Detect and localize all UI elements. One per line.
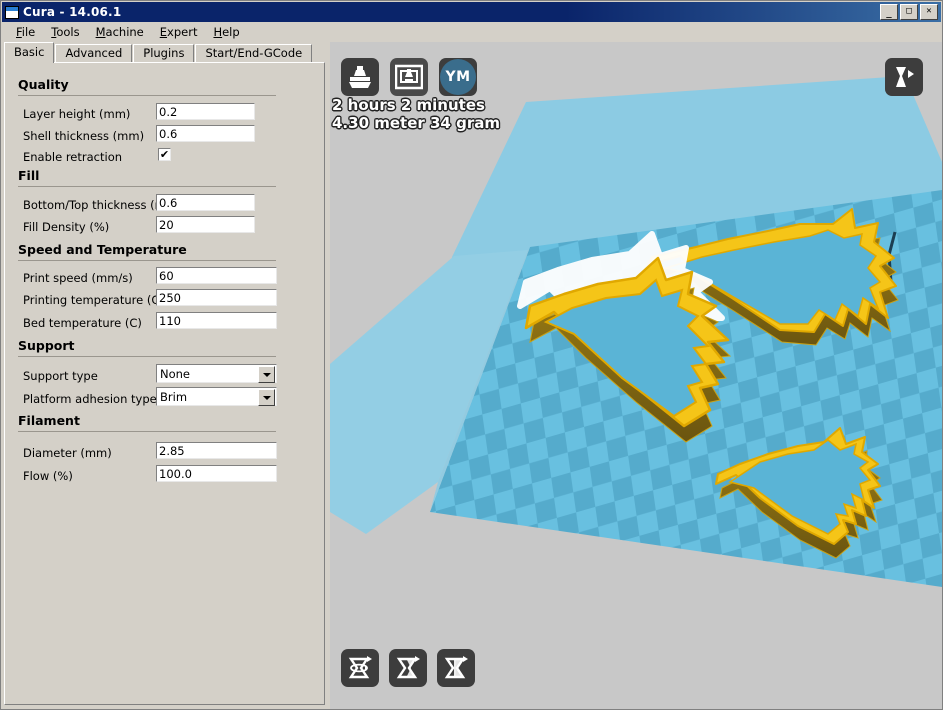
- label-print-speed: Print speed (mm/s): [23, 271, 133, 285]
- section-title-filament: Filament: [18, 413, 80, 428]
- rotate-model-icon: [348, 656, 372, 679]
- minimize-icon: _: [886, 8, 892, 19]
- tab-basic[interactable]: Basic: [4, 42, 55, 63]
- settings-panel: Basic Advanced Plugins Start/End-GCode Q…: [2, 41, 329, 709]
- settings-tabs: Basic Advanced Plugins Start/End-GCode: [4, 42, 313, 63]
- window-controls: _ □ ✕: [880, 4, 938, 20]
- scale-model-icon: [396, 656, 420, 679]
- app-window-icon: [5, 5, 19, 19]
- tab-advanced[interactable]: Advanced: [55, 44, 133, 63]
- input-printing-temperature[interactable]: 250: [156, 289, 277, 306]
- input-bottom-top-thickness[interactable]: 0.6: [156, 194, 255, 211]
- tab-start-end-gcode[interactable]: Start/End-GCode: [195, 44, 313, 63]
- tab-plugins[interactable]: Plugins: [133, 44, 195, 63]
- menu-help[interactable]: Help: [205, 23, 247, 41]
- save-gcode-icon: [395, 64, 423, 90]
- label-enable-retraction: Enable retraction: [23, 150, 123, 164]
- close-button[interactable]: ✕: [920, 4, 938, 20]
- label-support-type: Support type: [23, 369, 98, 383]
- section-title-quality: Quality: [18, 77, 69, 92]
- input-layer-height[interactable]: 0.2: [156, 103, 255, 120]
- settings-panel-body: Quality Layer height (mm) 0.2 Shell thic…: [4, 62, 325, 705]
- input-print-speed[interactable]: 60: [156, 267, 277, 284]
- scale-button[interactable]: [389, 649, 427, 687]
- label-diameter: Diameter (mm): [23, 446, 112, 460]
- save-toolpath-button[interactable]: [390, 58, 428, 96]
- print-time-label: 2 hours 2 minutes: [332, 96, 485, 114]
- label-bed-temperature: Bed temperature (C): [23, 316, 142, 330]
- label-shell-thickness: Shell thickness (mm): [23, 129, 145, 143]
- menu-tools[interactable]: Tools: [43, 23, 87, 41]
- maximize-button[interactable]: □: [900, 4, 918, 20]
- input-flow[interactable]: 100.0: [156, 465, 277, 482]
- material-usage-label: 4.30 meter 34 gram: [332, 114, 500, 132]
- window-title: Cura - 14.06.1: [23, 5, 122, 19]
- label-flow: Flow (%): [23, 469, 73, 483]
- select-platform-adhesion-type[interactable]: Brim: [156, 387, 277, 406]
- section-rule-support: [18, 356, 276, 357]
- mirror-button[interactable]: [437, 649, 475, 687]
- input-shell-thickness[interactable]: 0.6: [156, 125, 255, 142]
- label-fill-density: Fill Density (%): [23, 220, 110, 234]
- chevron-down-icon-platform-adhesion[interactable]: [258, 389, 275, 406]
- close-icon: ✕: [926, 5, 932, 16]
- youmagine-icon: YM: [440, 59, 476, 95]
- section-rule-fill: [18, 186, 276, 187]
- input-bed-temperature[interactable]: 110: [156, 312, 277, 329]
- label-platform-adhesion-type: Platform adhesion type: [23, 392, 157, 406]
- checkbox-enable-retraction[interactable]: ✔: [158, 148, 171, 161]
- load-model-button[interactable]: [341, 58, 379, 96]
- section-title-support: Support: [18, 338, 75, 353]
- load-model-icon: [349, 66, 371, 88]
- build-plate-scene: [330, 76, 942, 587]
- 3d-viewport[interactable]: YM 2 hours 2 minutes 4.30 meter 34 gram: [330, 42, 942, 709]
- menu-bar: File Tools Machine Expert Help: [2, 22, 941, 41]
- title-bar: Cura - 14.06.1 _ □ ✕: [2, 2, 941, 22]
- view-mode-button[interactable]: [885, 58, 923, 96]
- label-layer-height: Layer height (mm): [23, 107, 131, 121]
- select-support-type[interactable]: None: [156, 364, 277, 383]
- minimize-button[interactable]: _: [880, 4, 898, 20]
- youmagine-button[interactable]: YM: [439, 58, 477, 96]
- section-title-speed-temperature: Speed and Temperature: [18, 242, 187, 257]
- layer-view-icon: [896, 67, 914, 87]
- select-support-type-value: None: [160, 367, 191, 381]
- mirror-model-icon: [444, 656, 468, 679]
- menu-file[interactable]: File: [8, 23, 43, 41]
- chevron-down-icon-support-type[interactable]: [258, 366, 275, 383]
- rotate-button[interactable]: [341, 649, 379, 687]
- select-platform-adhesion-type-value: Brim: [160, 390, 188, 404]
- maximize-icon: □: [906, 5, 912, 16]
- section-rule-speed-temperature: [18, 260, 276, 261]
- menu-expert[interactable]: Expert: [152, 23, 206, 41]
- label-printing-temperature: Printing temperature (C): [23, 293, 164, 307]
- input-diameter[interactable]: 2.85: [156, 442, 277, 459]
- menu-machine[interactable]: Machine: [88, 23, 152, 41]
- input-fill-density[interactable]: 20: [156, 216, 255, 233]
- section-title-fill: Fill: [18, 168, 40, 183]
- section-rule-filament: [18, 431, 276, 432]
- cura-main-window: Cura - 14.06.1 _ □ ✕ File Tools Machine …: [0, 0, 943, 710]
- section-rule-quality: [18, 95, 276, 96]
